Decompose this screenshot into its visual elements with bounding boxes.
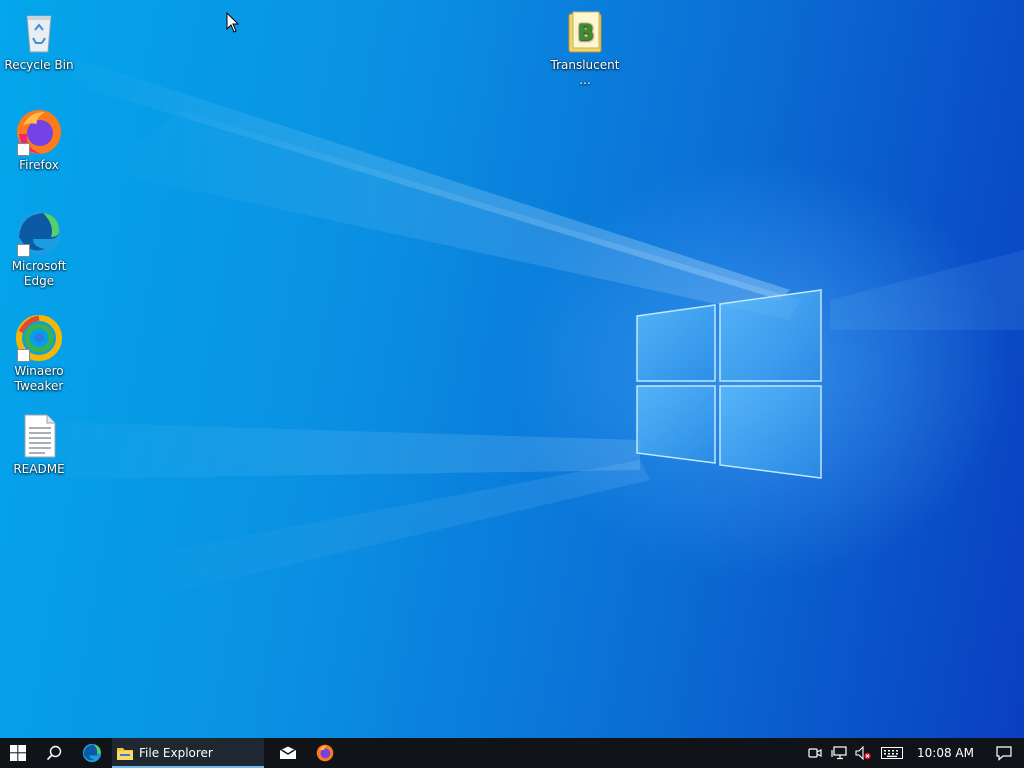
recycle-bin-icon [15,8,63,56]
firefox-icon [316,744,334,762]
desktop-icon-readme[interactable]: README [1,412,77,477]
desktop-icon-label: Firefox [19,158,59,172]
action-center-button[interactable] [984,738,1024,768]
search-button[interactable] [36,738,72,768]
folder-icon [117,748,133,760]
taskbar-file-explorer-button[interactable]: File Explorer [112,738,264,768]
taskbar-button-label: File Explorer [139,746,213,760]
taskbar: File Explorer 10:08 AM [0,738,1024,768]
taskbar-firefox-button[interactable] [310,738,340,768]
desktop-icon-winaero-tweaker[interactable]: Winaero Tweaker [1,314,77,394]
desktop-icon-label: Winaero Tweaker [14,364,64,393]
edge-icon [15,209,63,257]
taskbar-clock[interactable]: 10:08 AM [909,746,984,760]
windows-logo-wallpaper [636,289,822,479]
desktop-icon-microsoft-edge[interactable]: Microsoft Edge [1,209,77,289]
taskbar-mail-button[interactable] [266,738,310,768]
action-center-icon [996,746,1012,761]
mail-icon [279,746,297,759]
network-button[interactable] [827,738,851,768]
search-icon [46,745,62,761]
translucenttb-icon: B [561,8,609,56]
desktop-icon-firefox[interactable]: Firefox [1,108,77,173]
desktop-icon-recycle-bin[interactable]: Recycle Bin [1,8,77,73]
volume-muted-icon [855,746,871,760]
windows-start-icon [10,745,26,761]
shortcut-arrow-icon [17,244,30,257]
desktop-icon-label: Microsoft Edge [11,259,67,288]
start-button[interactable] [0,738,36,768]
desktop-icon-label: Translucent... [550,58,620,87]
desktop-icon-translucenttb[interactable]: B Translucent... [547,8,623,88]
keyboard-icon [881,747,904,759]
winaero-tweaker-icon [15,314,63,362]
network-icon [831,746,847,760]
svg-text:B: B [578,21,595,46]
edge-icon [82,743,102,763]
meet-now-icon [808,748,822,758]
text-document-icon [15,412,63,460]
mouse-cursor-icon [226,12,240,33]
firefox-icon [15,108,63,156]
volume-button[interactable] [851,738,875,768]
taskbar-edge-button[interactable] [72,738,112,768]
system-tray: 10:08 AM [803,738,1024,768]
shortcut-arrow-icon [17,143,30,156]
desktop[interactable]: Recycle Bin Firefox Microsoft Edge Winae… [0,0,1024,738]
meet-now-button[interactable] [803,738,827,768]
desktop-icon-label: Recycle Bin [4,58,74,72]
desktop-icon-label: README [13,462,65,476]
shortcut-arrow-icon [17,349,30,362]
touch-keyboard-button[interactable] [875,738,909,768]
